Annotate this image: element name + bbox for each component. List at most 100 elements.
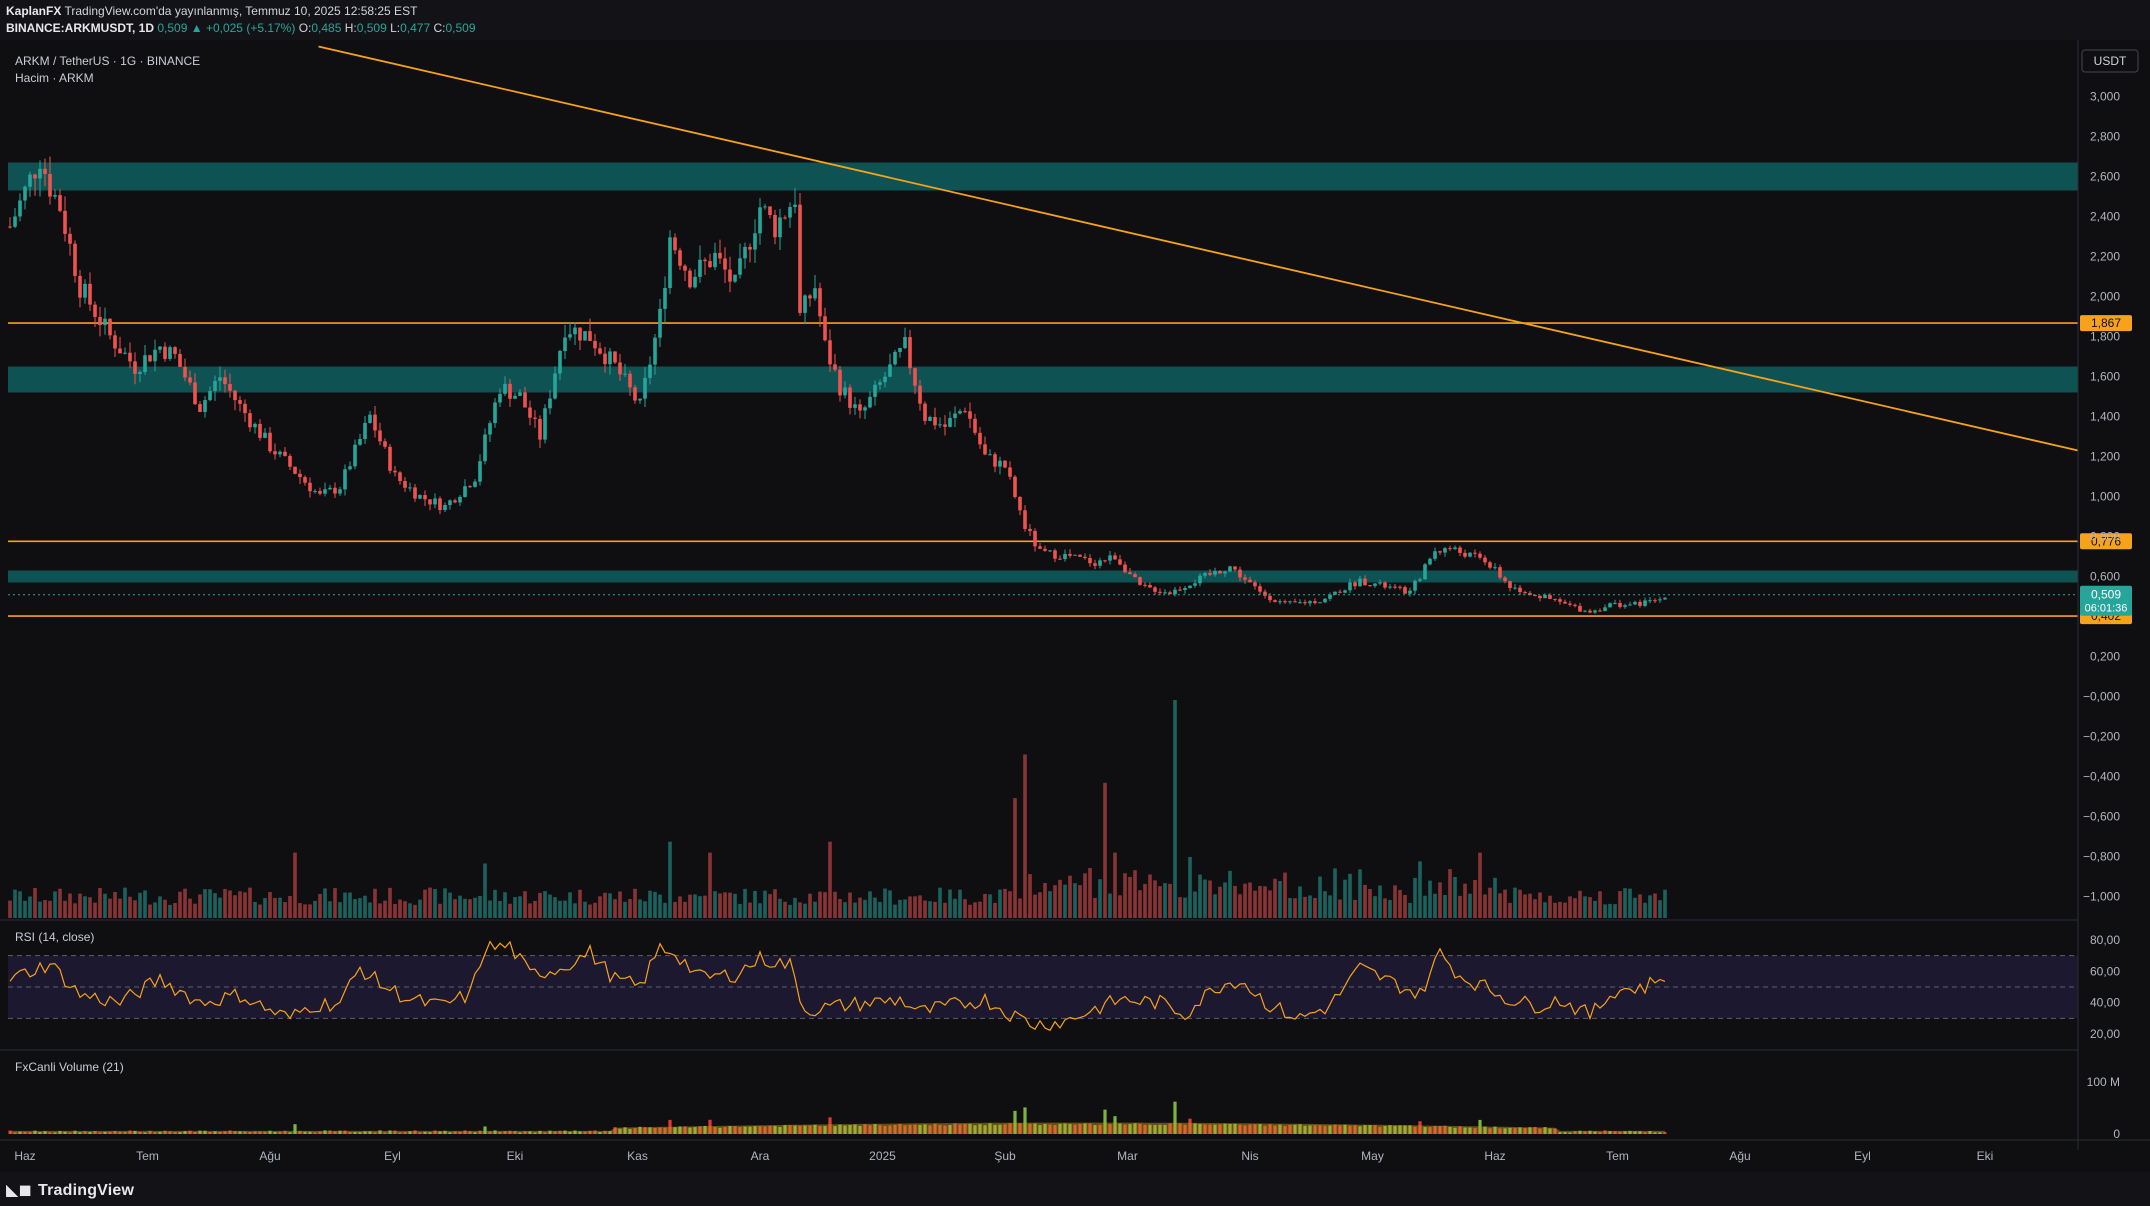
tradingview-logo[interactable]: ◣◼ TradingView [6,1180,140,1200]
candle-body [493,402,497,424]
price-tick-label: 1,200 [2090,450,2120,464]
candle-body [1278,601,1282,603]
volume-bar [1648,895,1652,918]
volume-bar [148,904,152,918]
candle-body [328,487,332,490]
candle-body [168,347,172,359]
candle-body [1148,585,1152,588]
volume-bar [1298,886,1302,918]
chart-area[interactable]: 1,8670,7760,4020,50906:01:363,0002,8002,… [0,0,2150,1172]
volume-bar [1063,884,1067,918]
price-tick-label: −0,600 [2083,810,2120,824]
rsi-tick-label: 60,00 [2090,964,2120,978]
candle-body [1103,560,1107,562]
volume-bar [823,892,827,918]
candle-body [968,411,972,419]
volume-bar [718,893,722,918]
candle-body [648,364,652,378]
rsi-legend[interactable]: RSI (14, close) [15,930,94,944]
candle-body [273,451,277,455]
candle-body [98,316,102,326]
volume-bar [1133,870,1137,918]
volume-bar [1528,893,1532,918]
candle-body [433,498,437,505]
volume-bar [1618,891,1622,918]
supply-zone-3[interactable] [8,570,2078,583]
volume-bar [728,892,732,918]
volume-bar [288,896,292,918]
candle-body [1253,582,1257,587]
volume-bar [1388,899,1392,918]
price-tick-label: 2,600 [2090,170,2120,184]
volume-bar [1413,877,1417,918]
candle-body [1658,599,1662,601]
volume-bar [683,901,687,918]
candle-body [1348,582,1352,591]
volume-bar [1643,902,1647,918]
volume-bar [673,902,677,918]
volume-bar [1208,880,1212,918]
volume-bar [1233,885,1237,918]
volume-bar [658,894,662,918]
candle-body [643,377,647,399]
volume-bar [118,898,122,918]
candle-body [58,195,62,211]
candle-body [153,349,157,362]
candle-body [978,432,982,445]
candle-body [1573,604,1577,606]
fx-volume-legend[interactable]: FxCanli Volume (21) [15,1060,124,1074]
candle-body [1258,586,1262,592]
volume-bar [958,889,962,918]
volume-legend[interactable]: Hacim · ARKM [15,71,94,85]
candle-body [853,404,857,408]
volume-bar [1493,877,1497,918]
candle-body [1633,601,1637,605]
volume-bar [233,895,237,918]
candle-body [1663,597,1667,600]
volume-bar [858,897,862,918]
candle-body [1193,583,1197,586]
volume-bar [1423,895,1427,918]
volume-bar [1078,885,1082,918]
candle-body [468,486,472,488]
time-tick-label: May [1361,1149,1384,1163]
symbol-legend[interactable]: ARKM / TetherUS · 1G · BINANCE [15,54,200,68]
volume-bar [268,892,272,918]
volume-bar [723,892,727,918]
candle-body [188,377,192,383]
candle-body [1638,601,1642,606]
candle-body [198,404,202,412]
volume-bar [913,896,917,918]
candle-body [458,496,462,503]
candle-body [713,252,717,268]
price-axis[interactable]: 1,8670,7760,4020,50906:01:363,0002,8002,… [2077,40,2150,1172]
candle-body [1623,605,1627,607]
price-tick-label: 0,200 [2090,650,2120,664]
volume-bar [1318,876,1322,918]
candle-body [498,393,502,403]
volume-bar [83,896,87,918]
volume-bar [8,900,12,918]
candle-body [478,461,482,482]
volume-bar [43,900,47,918]
candle-body [953,413,957,419]
candle-body [768,206,772,215]
volume-bar [1503,889,1507,918]
price-tick-label: −0,200 [2083,730,2120,744]
volume-bar [248,887,252,918]
candle-body [323,489,327,494]
supply-zone-1[interactable] [8,162,2078,191]
candle-body [1023,510,1027,529]
volume-bar [608,893,612,918]
volume-bar [1013,798,1017,918]
volume-bar [943,902,947,918]
volume-bar [203,889,207,918]
candle-body [598,348,602,354]
candle-body [213,380,217,391]
candle-body [1478,553,1482,558]
candle-body [1068,553,1072,556]
candle-body [1373,583,1377,586]
candle-body [338,489,342,494]
volume-bar [228,890,232,918]
volume-bar [693,894,697,918]
